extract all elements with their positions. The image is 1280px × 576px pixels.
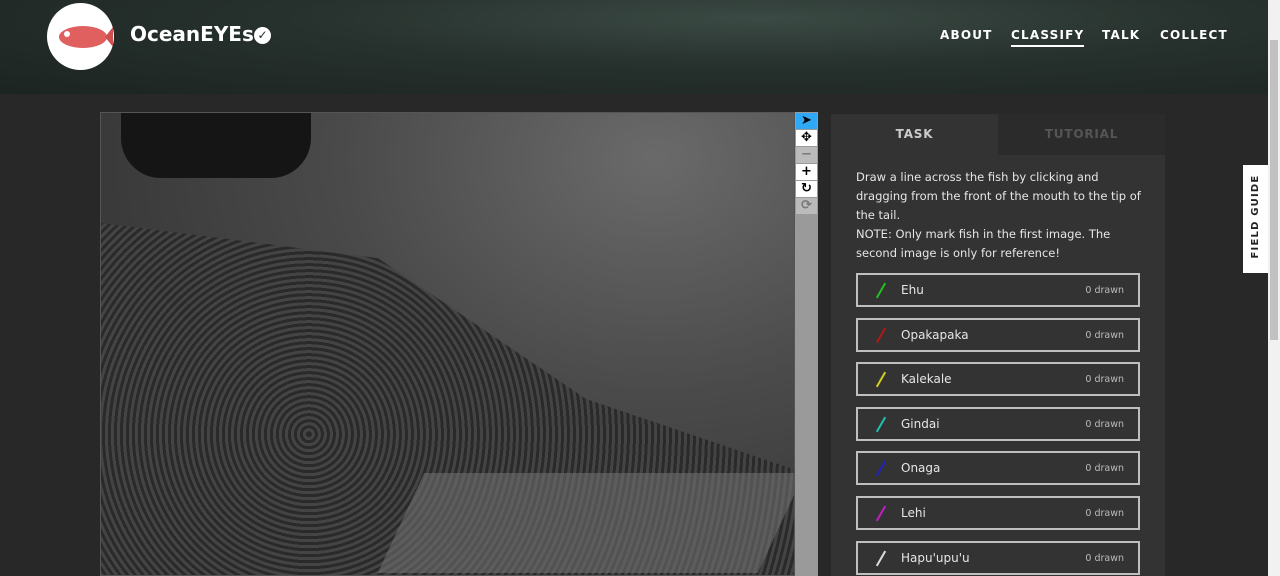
pointer-icon[interactable]: ➤ [796,113,817,129]
species-name: Opakapaka [901,327,969,342]
tab-tutorial[interactable]: TUTORIAL [998,114,1165,155]
drawn-count: 0 drawn [1085,329,1124,341]
species-option[interactable]: Hapu'upu'u 0 drawn [856,540,1140,575]
species-option[interactable]: Lehi 0 drawn [856,496,1140,530]
site-header: OceanEYEs ✓ ABOUT CLASSIFY TALK COLLECT [0,0,1268,94]
species-name: Hapu'upu'u [901,550,970,565]
species-option[interactable]: Opakapaka 0 drawn [856,317,1140,352]
drawn-count: 0 drawn [1085,418,1124,430]
species-option[interactable]: Onaga 0 drawn [856,451,1140,486]
project-title[interactable]: OceanEYEs [130,22,254,46]
drawn-count: 0 drawn [1085,463,1124,475]
line-tool-icon [875,505,887,522]
nav-classify[interactable]: CLASSIFY [1011,28,1085,47]
sand-area [377,473,794,573]
task-instructions: Draw a line across the fish by clicking … [856,168,1146,263]
task-panel: TASK TUTORIAL Draw a line across the fis… [831,114,1165,576]
instruction-text: Draw a line across the fish by clicking … [856,170,1141,222]
nav-collect[interactable]: COLLECT [1160,28,1228,42]
verified-icon: ✓ [254,27,271,44]
drawn-count: 0 drawn [1085,552,1124,564]
image-toolbar: ➤ ✥ − + ↻ ⟳ [795,112,818,576]
species-option[interactable]: Kalekale 0 drawn [856,362,1140,397]
subject-image[interactable] [100,112,795,576]
species-name: Lehi [901,506,926,520]
drawn-count: 0 drawn [1085,285,1124,296]
move-icon[interactable]: ✥ [796,130,817,146]
species-name: Kalekale [901,372,952,387]
rotate-icon[interactable]: ↻ [796,181,817,197]
instruction-note: NOTE: Only mark fish in the first image.… [856,227,1111,260]
line-tool-icon [875,550,887,566]
drawn-count: 0 drawn [1085,374,1124,386]
rov-object [121,113,311,178]
drawn-count: 0 drawn [1085,508,1124,519]
nav-about[interactable]: ABOUT [940,28,993,42]
field-guide-button[interactable]: FIELD GUIDE [1243,165,1268,273]
species-name: Ehu [901,283,924,297]
species-name: Gindai [901,416,940,431]
line-tool-icon [875,282,887,299]
zoom-out-icon[interactable]: − [796,147,817,163]
reset-icon[interactable]: ⟳ [796,198,817,214]
page-scrollbar[interactable] [1268,0,1280,576]
field-guide-label: FIELD GUIDE [1250,174,1261,259]
project-avatar[interactable] [47,3,114,70]
species-option[interactable]: Gindai 0 drawn [856,406,1140,441]
line-tool-icon [875,371,887,388]
line-tool-icon [875,416,887,433]
species-option[interactable]: Ehu 0 drawn [856,273,1140,307]
line-tool-icon [875,461,887,477]
tab-task[interactable]: TASK [831,114,998,155]
nav-talk[interactable]: TALK [1102,28,1140,42]
species-name: Onaga [901,461,941,476]
line-tool-icon [875,327,887,343]
scrollbar-thumb[interactable] [1270,40,1278,340]
zoom-in-icon[interactable]: + [796,164,817,180]
